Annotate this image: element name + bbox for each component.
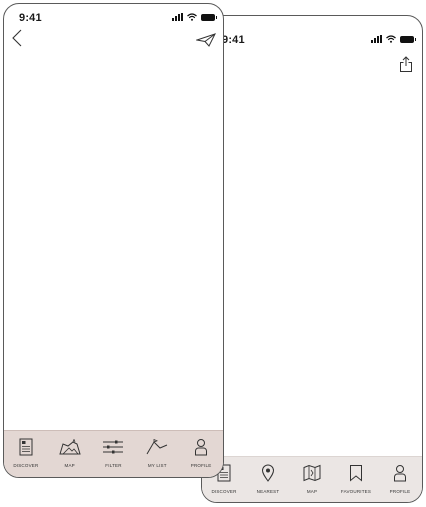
tab-map[interactable]: MAP <box>50 436 90 468</box>
tab-label: FILTER <box>105 463 122 468</box>
bookmark-icon <box>350 465 362 482</box>
tab-map[interactable]: MAP <box>292 462 332 494</box>
folded-map-icon <box>303 464 321 482</box>
tab-label: DISCOVER <box>13 463 39 468</box>
tab-profile[interactable]: PROFILE <box>380 462 420 494</box>
tab-label: PROFILE <box>389 489 411 494</box>
signal-icon <box>371 35 382 43</box>
paper-plane-icon[interactable] <box>196 33 216 47</box>
tab-bar: DISCOVER MAP FILTER MY LIST PROFILE <box>4 430 223 477</box>
phone-screen-right: 9:41 DISCOVER NEAREST MAP FAVOURITES PRO… <box>201 15 423 503</box>
tab-profile[interactable]: PROFILE <box>181 436 221 468</box>
map-mountain-icon <box>59 439 81 455</box>
tab-favourites[interactable]: FAVOURITES <box>336 462 376 494</box>
tab-label: MAP <box>64 463 75 468</box>
tab-discover[interactable]: DISCOVER <box>6 436 46 468</box>
tab-my-list[interactable]: MY LIST <box>137 436 177 468</box>
share-icon[interactable] <box>399 56 413 73</box>
wifi-icon <box>187 13 197 21</box>
wifi-icon <box>386 35 396 43</box>
tab-label: MY LIST <box>147 463 167 468</box>
status-bar: 9:41 <box>202 16 422 46</box>
phone-screen-left: 9:41 DISCOVER MAP FILTER MY LIST PROFILE <box>3 3 224 478</box>
battery-icon <box>400 35 416 43</box>
location-pin-icon <box>261 464 275 482</box>
person-icon <box>195 439 208 456</box>
battery-icon <box>201 13 217 21</box>
tab-filter[interactable]: FILTER <box>93 436 133 468</box>
signal-icon <box>172 13 183 21</box>
tab-nearest[interactable]: NEAREST <box>248 462 288 494</box>
tab-label: NEAREST <box>256 489 280 494</box>
filter-sliders-icon <box>103 440 124 454</box>
tab-label: FAVOURITES <box>340 489 372 494</box>
document-icon <box>19 438 33 456</box>
flag-icon <box>146 439 168 455</box>
person-icon <box>394 465 406 482</box>
chevron-left-icon[interactable] <box>11 29 23 47</box>
tab-label: PROFILE <box>190 463 212 468</box>
status-icons <box>172 13 217 21</box>
tab-label: DISCOVER <box>211 489 237 494</box>
tab-label: MAP <box>306 489 318 494</box>
status-time: 9:41 <box>19 12 42 24</box>
tab-bar: DISCOVER NEAREST MAP FAVOURITES PROFILE <box>202 456 422 502</box>
status-bar: 9:41 <box>4 4 223 26</box>
status-icons <box>371 35 416 43</box>
status-time: 9:41 <box>222 34 245 46</box>
